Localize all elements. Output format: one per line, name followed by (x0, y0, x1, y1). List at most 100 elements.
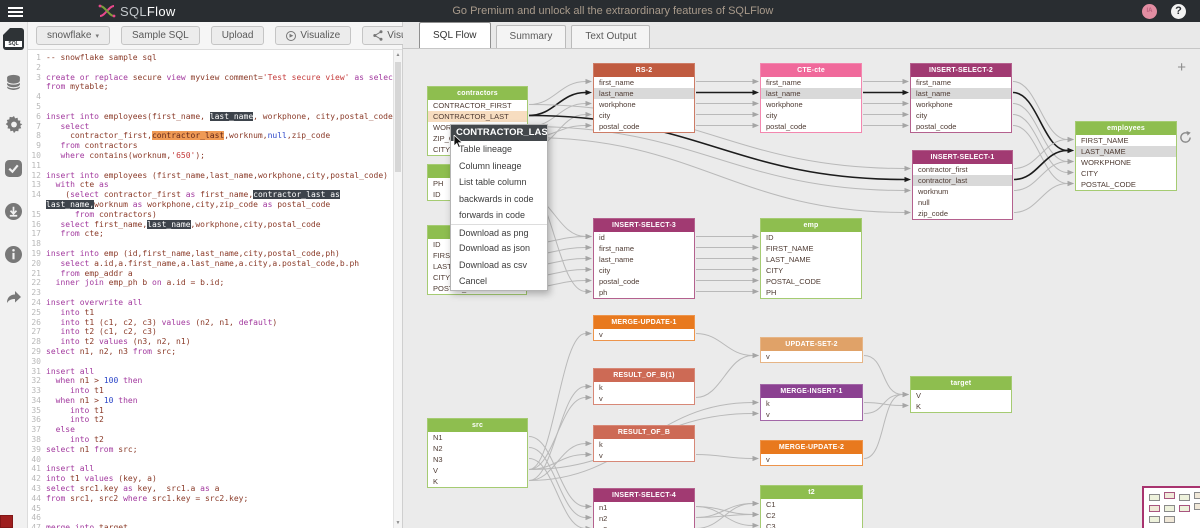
menu-item-table-lineage[interactable]: Table lineage (451, 141, 547, 158)
column-row[interactable]: v (594, 450, 694, 461)
table-node-mu1[interactable]: MERGE-UPDATE-1 v (593, 315, 695, 341)
column-row[interactable]: CONTRACTOR_FIRST (428, 100, 527, 111)
column-row[interactable]: first_name (594, 77, 694, 88)
column-row[interactable]: postal_code (761, 121, 861, 132)
table-node-rob[interactable]: RESULT_OF_B k v (593, 425, 695, 462)
column-row[interactable]: v (594, 393, 694, 404)
column-row[interactable]: postal_code (911, 121, 1011, 132)
scroll-up-icon[interactable]: ▲ (394, 52, 402, 58)
column-row[interactable]: PH (761, 287, 861, 298)
column-row[interactable]: C1 (761, 499, 862, 510)
sample-sql-button[interactable]: Sample SQL (120, 26, 200, 45)
lineage-canvas[interactable]: contractors CONTRACTOR_FIRST CONTRACTOR_LA… (403, 49, 1200, 528)
table-node-cte[interactable]: CTE-cte first_name last_name workphone city p… (760, 63, 862, 133)
column-row[interactable]: POSTAL_CODE (1076, 179, 1176, 190)
table-node-mu2[interactable]: MERGE-UPDATE-2 v (760, 440, 863, 466)
menu-item-column-lineage[interactable]: Column lineage (451, 158, 547, 175)
column-row[interactable]: postal_code (594, 276, 694, 287)
column-row[interactable]: first_name (761, 77, 861, 88)
table-node-ins3[interactable]: INSERT-SELECT-3 id first_name last_name city… (593, 218, 695, 299)
column-row[interactable]: last_name (761, 88, 861, 99)
column-row[interactable]: C2 (761, 510, 862, 521)
column-row[interactable]: workphone (911, 99, 1011, 110)
user-avatar[interactable]: IA (1142, 3, 1157, 19)
column-row[interactable]: last_name (911, 88, 1011, 99)
column-row[interactable]: CITY (761, 265, 861, 276)
column-row[interactable]: first_name (594, 243, 694, 254)
column-row[interactable]: workphone (594, 99, 694, 110)
menu-item-backwards-in-code[interactable]: backwards in code (451, 191, 547, 208)
share-icon[interactable] (3, 286, 25, 308)
column-row[interactable]: N1 (428, 432, 527, 443)
column-row[interactable]: city (761, 110, 861, 121)
column-row[interactable]: POSTAL_CODE (761, 276, 861, 287)
scroll-down-icon[interactable]: ▼ (394, 520, 402, 526)
column-row[interactable]: city (594, 265, 694, 276)
table-node-rs2[interactable]: RS-2 first_name last_name workphone city post… (593, 63, 695, 133)
menu-item-download-as-csv[interactable]: Download as csv (451, 257, 547, 274)
dialect-select[interactable]: snowflake ▾ (36, 26, 110, 45)
table-node-ins1[interactable]: INSERT-SELECT-1 contractor_first contracto… (912, 150, 1013, 220)
column-row[interactable]: city (911, 110, 1011, 121)
menu-item-list-table-column[interactable]: List table column (451, 174, 547, 191)
column-row[interactable]: postal_code (594, 121, 694, 132)
refresh-icon[interactable] (1179, 131, 1192, 144)
column-row[interactable]: N2 (428, 443, 527, 454)
column-row[interactable]: FIRST_NAME (1076, 135, 1176, 146)
menu-item-download-as-json[interactable]: Download as json (451, 240, 547, 257)
column-row[interactable]: v (761, 351, 862, 362)
column-row[interactable]: C3 (761, 521, 862, 528)
column-row[interactable]: n3 (594, 524, 694, 528)
table-node-emp[interactable]: emp ID FIRST_NAME LAST_NAME CITY POSTAL_CODE P… (760, 218, 862, 299)
column-row[interactable]: n1 (594, 502, 694, 513)
column-row[interactable]: null (913, 197, 1012, 208)
column-row[interactable]: k (761, 398, 862, 409)
column-row[interactable]: LAST_NAME (1076, 146, 1176, 157)
column-row[interactable]: contractor_last (913, 175, 1012, 186)
table-node-src[interactable]: src N1 N2 N3 V K (427, 418, 528, 488)
upload-button[interactable]: Upload (210, 26, 265, 45)
table-node-mi1[interactable]: MERGE-INSERT-1 k v (760, 384, 863, 421)
column-row[interactable]: contractor_first (913, 164, 1012, 175)
settings-gear-icon[interactable] (3, 114, 25, 136)
table-node-t2[interactable]: t2 C1 C2 C3 (760, 485, 863, 528)
tab-text-output[interactable]: Text Output (571, 25, 651, 48)
code-editor[interactable]: 1 -- snowflake sample sql 2 3 create or repl… (28, 50, 402, 528)
column-row[interactable]: id (594, 232, 694, 243)
sidebar-item-sql-file[interactable]: SQL (3, 28, 25, 50)
column-row[interactable]: WORKPHONE (1076, 157, 1176, 168)
tab-summary[interactable]: Summary (495, 25, 567, 48)
column-row[interactable]: k (594, 439, 694, 450)
column-row[interactable]: last_name (594, 88, 694, 99)
zoom-in-button[interactable]: + (1177, 59, 1186, 76)
column-row[interactable]: V (911, 390, 1011, 401)
column-row[interactable]: last_name (594, 254, 694, 265)
visualize-button[interactable]: ▶ Visualize (275, 26, 352, 45)
table-node-rob1[interactable]: RESULT_OF_B(1) k v (593, 368, 695, 405)
editor-scrollbar[interactable]: ▲ ▼ (393, 50, 402, 528)
column-row[interactable]: LAST_NAME (761, 254, 861, 265)
column-row[interactable]: first_name (911, 77, 1011, 88)
column-row[interactable]: K (911, 401, 1011, 412)
tab-sql-flow[interactable]: SQL Flow (419, 22, 491, 48)
column-row[interactable]: v (761, 454, 862, 465)
table-node-ins2[interactable]: INSERT-SELECT-2 first_name last_name workph… (910, 63, 1012, 133)
menu-item-forwards-in-code[interactable]: forwards in code (451, 207, 547, 224)
column-row[interactable]: ID (761, 232, 861, 243)
check-icon[interactable] (3, 157, 25, 179)
table-node-ins4[interactable]: INSERT-SELECT-4n1n2n3 (593, 488, 695, 528)
column-row[interactable]: CONTRACTOR_LAST (428, 111, 527, 122)
minimap[interactable] (1142, 486, 1200, 528)
table-node-employees[interactable]: employees FIRST_NAME LAST_NAME WORKPHONE CIT… (1075, 121, 1177, 191)
menu-item-download-as-png[interactable]: Download as png (451, 223, 547, 241)
table-node-us2[interactable]: UPDATE-SET-2 v (760, 337, 863, 363)
column-row[interactable]: city (594, 110, 694, 121)
column-row[interactable]: K (428, 476, 527, 487)
info-icon[interactable] (3, 243, 25, 265)
menu-item-cancel[interactable]: Cancel (451, 273, 547, 290)
column-row[interactable]: k (594, 382, 694, 393)
column-row[interactable]: N3 (428, 454, 527, 465)
column-row[interactable]: n2 (594, 513, 694, 524)
column-row[interactable]: v (594, 329, 694, 340)
column-row[interactable]: worknum (913, 186, 1012, 197)
